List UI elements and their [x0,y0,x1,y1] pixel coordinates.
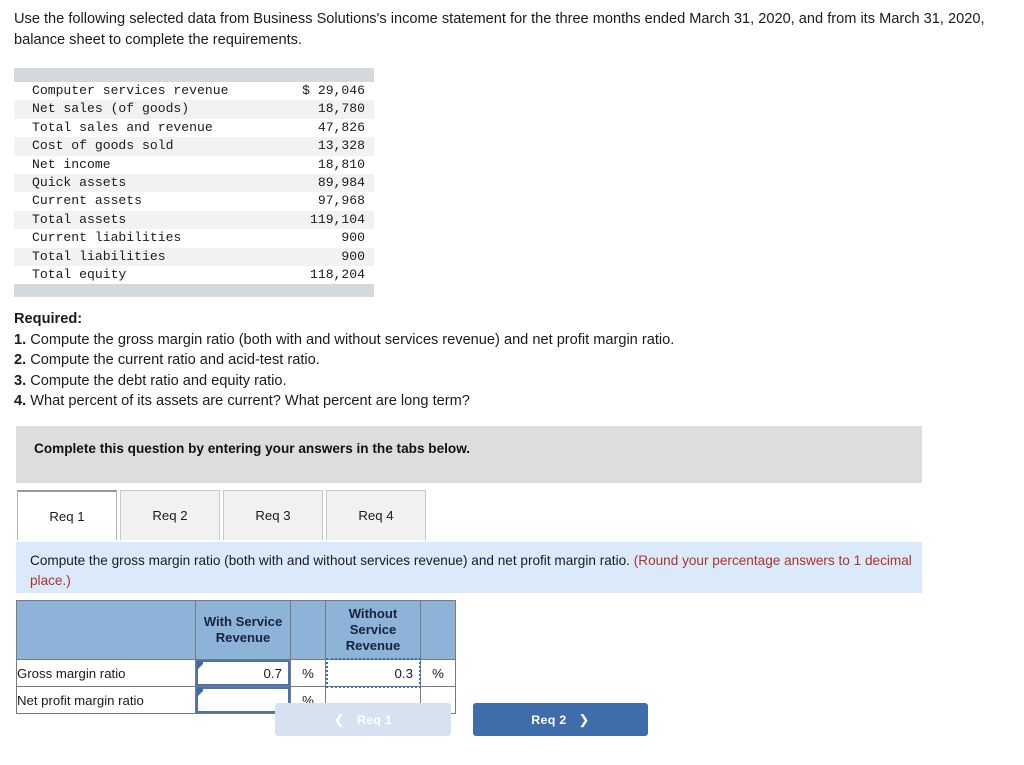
table-row: Total liabilities 900 [14,247,374,267]
row-amount: 119,104 [283,210,374,230]
tab-label: Req 2 [152,508,188,523]
instruction-bar: Compute the gross margin ratio (both wit… [16,542,922,593]
answer-header-with-service-unit [290,600,326,660]
requirement-item-3: 3. Compute the debt ratio and equity rat… [14,371,914,392]
requirement-tabs: Req 1 Req 2 Req 3 Req 4 [17,490,429,540]
table-row: Computer services revenue $ 29,046 [14,82,374,100]
answer-header-without-service-unit [420,600,456,660]
complete-question-banner: Complete this question by entering your … [16,426,922,483]
row-label: Current assets [32,193,143,209]
answer-header-row: With Service Revenue Without Service Rev… [16,600,456,660]
table-row: Net income 18,810 [14,156,374,174]
table-row: Quick assets 89,984 [14,174,374,193]
banner-text: Complete this question by entering your … [34,441,471,456]
table-row: Current liabilities 900 [14,229,374,247]
row-label: Net income [32,156,111,172]
row-amount: 47,826 [317,119,365,135]
cell-marker-triangle-icon [197,661,203,670]
gross-margin-without-service-input[interactable]: 0.3 [326,658,421,688]
answer-header-with-service: With Service Revenue [195,600,291,660]
requirement-text: Compute the debt ratio and equity ratio. [30,372,287,389]
table-row: Total assets 119,104 [14,210,374,230]
next-req-label: Req 2 [531,712,567,727]
requirement-item-1: 1. Compute the gross margin ratio (both … [14,330,914,351]
tab-label: Req 4 [358,508,394,523]
row-amount: 900 [341,230,365,246]
answer-row-label-net-profit-margin: Net profit margin ratio [16,686,196,714]
cell-marker-triangle-icon [197,688,203,697]
row-amount: 18,780 [283,100,374,119]
instruction-main: Compute the gross margin ratio (both wit… [30,553,630,568]
next-req-button[interactable]: Req 2 ❯ [473,703,648,736]
table-row: Gross margin ratio 0.7 % 0.3 % [16,658,456,688]
row-label: Total assets [14,210,284,230]
question-page: Use the following selected data from Bus… [0,0,1024,765]
financial-data-table: Computer services revenue $ 29,046 Net s… [14,82,374,284]
row-label: Total equity [32,267,127,283]
row-label: Net sales (of goods) [14,100,284,119]
instruction-text: Compute the gross margin ratio (both wit… [30,551,914,590]
chevron-right-icon: ❯ [578,711,590,727]
requirement-number: 2. [14,352,27,368]
row-label: Computer services revenue [32,83,229,98]
requirement-text: What percent of its assets are current? … [30,393,470,409]
table-row: Cost of goods sold 13,328 [14,137,374,156]
requirements-heading: Required: [14,311,83,327]
gross-margin-with-service-cell[interactable]: 0.7 [195,659,291,687]
tab-req-4[interactable]: Req 4 [326,490,426,540]
chevron-left-icon: ❮ [333,711,345,727]
row-amount: $ 29,046 [302,83,365,98]
intro-paragraph: Use the following selected data from Bus… [14,11,985,48]
table-row: Current assets 97,968 [14,192,374,210]
answer-row-label-gross-margin: Gross margin ratio [16,659,196,687]
requirement-number: 3. [14,372,27,389]
row-amount: 13,328 [283,137,374,156]
requirement-number: 1. [14,331,27,348]
gross-margin-without-service-unit: % [420,659,456,687]
answer-table: With Service Revenue Without Service Rev… [16,600,456,714]
row-amount: 118,204 [309,267,365,283]
prev-req-label: Req 1 [356,712,393,727]
navigation-buttons: ❮ Req 1 Req 2 ❯ [275,703,648,736]
requirement-number: 4. [14,393,27,409]
tab-req-3[interactable]: Req 3 [223,490,323,540]
answer-table-head: With Service Revenue Without Service Rev… [16,600,456,660]
row-amount: 97,968 [317,193,365,209]
tab-label: Req 1 [49,508,85,524]
gross-margin-with-service-unit: % [290,659,326,687]
row-amount: 900 [283,247,374,267]
requirement-item-2: 2. Compute the current ratio and acid-te… [14,350,914,371]
financial-data-card: Computer services revenue $ 29,046 Net s… [14,68,374,298]
answer-header-without-service: Without Service Revenue [325,600,421,660]
row-label: Total liabilities [14,247,284,267]
requirements-list: Required: 1. Compute the gross margin ra… [14,309,914,412]
answer-table-wrapper: With Service Revenue Without Service Rev… [16,600,456,714]
row-label: Total sales and revenue [32,119,213,135]
requirement-item-4: 4. What percent of its assets are curren… [14,391,914,412]
financial-data-body: Computer services revenue $ 29,046 Net s… [14,82,374,284]
row-label: Cost of goods sold [14,137,284,156]
data-card-bottom-band [14,284,374,298]
table-row: Net sales (of goods) 18,780 [14,100,374,119]
table-row: Total equity 118,204 [14,266,374,284]
requirement-text: Compute the gross margin ratio (both wit… [30,331,675,348]
tab-label: Req 3 [255,508,291,523]
row-label: Current liabilities [32,230,182,246]
data-card-top-band [14,68,374,82]
row-amount: 89,984 [283,174,374,193]
gross-margin-without-service-cell[interactable]: 0.3 [325,658,421,688]
row-amount: 18,810 [317,156,365,172]
gross-margin-with-service-input[interactable]: 0.7 [196,660,290,686]
tab-req-1[interactable]: Req 1 [17,490,117,540]
table-row: Total sales and revenue 47,826 [14,119,374,137]
answer-header-corner [16,600,196,660]
tab-req-2[interactable]: Req 2 [120,490,220,540]
prev-req-button[interactable]: ❮ Req 1 [275,703,451,736]
requirement-text: Compute the current ratio and acid-test … [30,352,320,368]
row-label: Quick assets [14,174,284,193]
